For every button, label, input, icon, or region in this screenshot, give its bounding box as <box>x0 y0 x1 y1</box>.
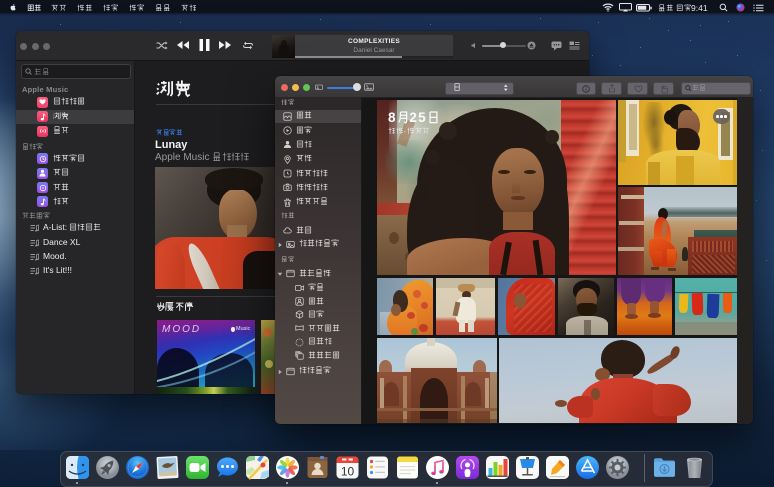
svg-text:10: 10 <box>340 465 354 479</box>
